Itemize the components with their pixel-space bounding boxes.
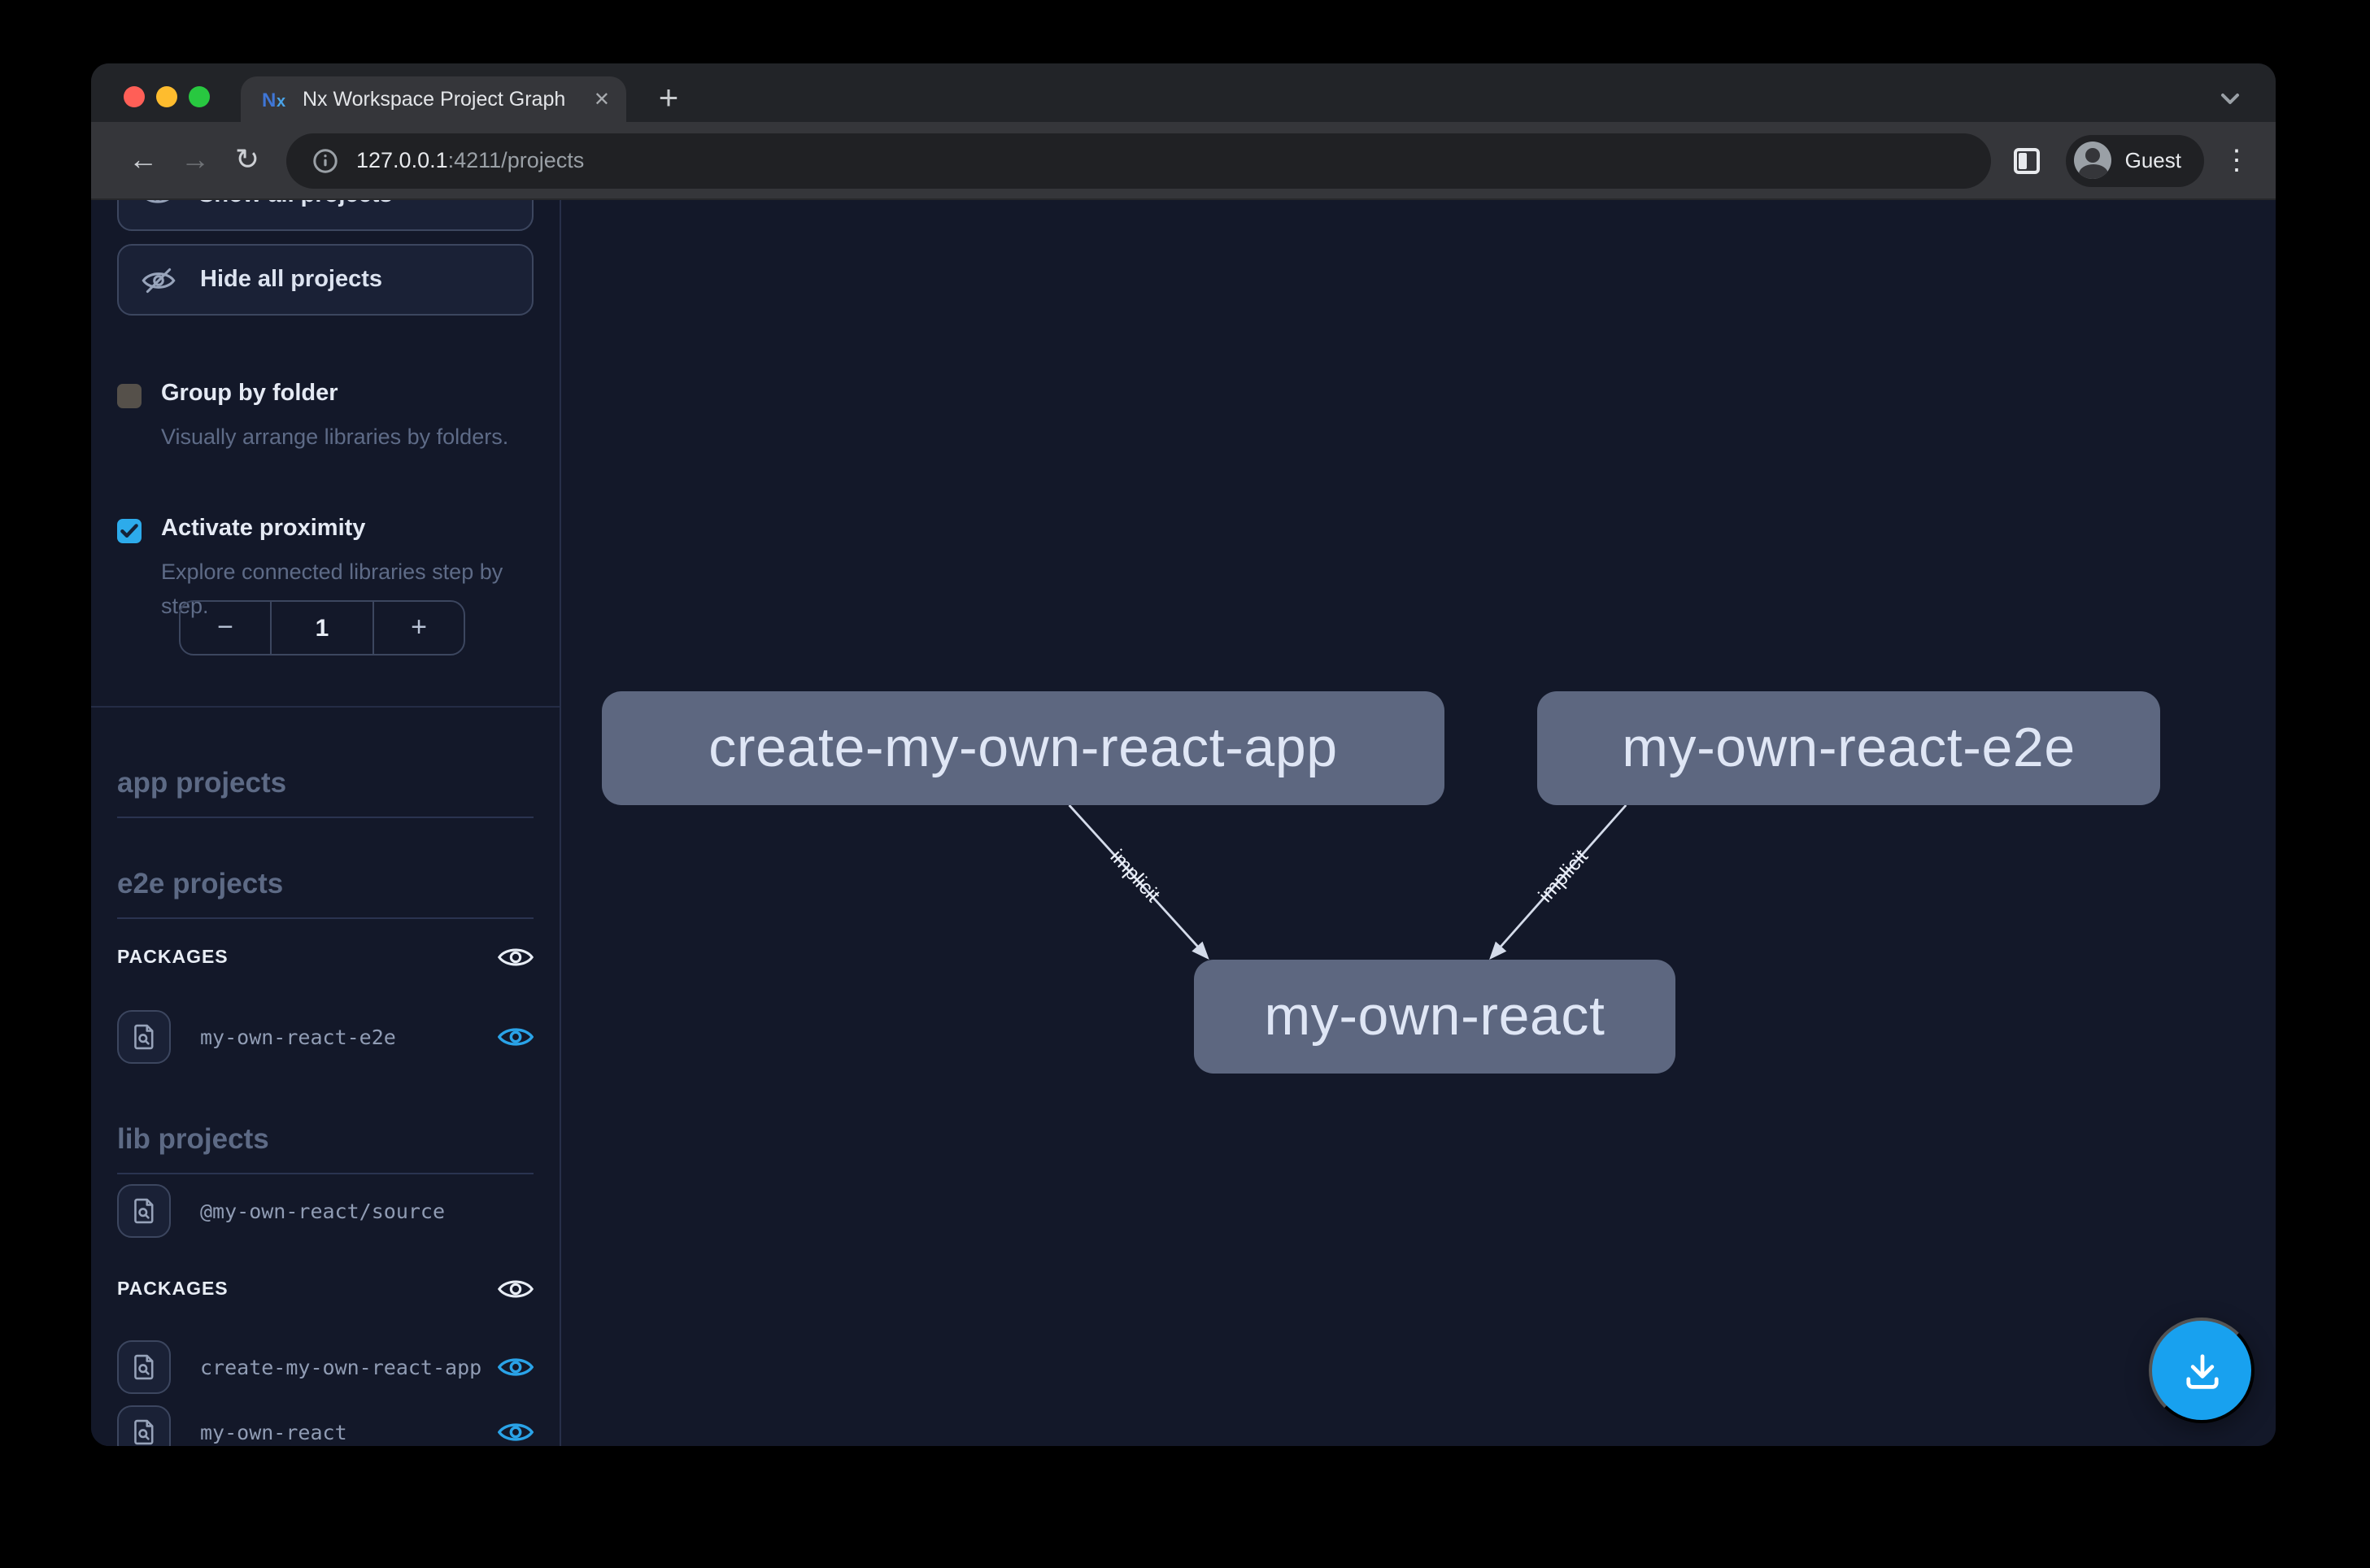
download-graph-button[interactable] — [2149, 1318, 2255, 1423]
toggle-all-eye-icon[interactable] — [498, 945, 534, 969]
group-by-folder-label: Group by folder — [161, 381, 537, 408]
file-search-icon — [130, 1023, 158, 1051]
project-row: create-my-own-react-app — [117, 1340, 534, 1394]
tab-title: Nx Workspace Project Graph — [303, 88, 581, 111]
browser-toolbar: ← → ↻ 127.0.0.1:4211/projects Guest ⋮ — [91, 122, 2276, 200]
new-tab-button[interactable]: + — [644, 75, 693, 124]
e2e-projects-heading: e2e projects — [117, 867, 534, 919]
project-visibility-eye-icon[interactable] — [498, 1420, 534, 1444]
url-host: 127.0.0.1 — [356, 148, 448, 172]
file-search-icon — [130, 1197, 158, 1225]
file-search-icon — [130, 1353, 158, 1381]
graph-node-my-own-react-e2e[interactable]: my-own-react-e2e — [1537, 691, 2160, 805]
profile-button[interactable]: Guest — [2067, 134, 2204, 186]
close-window-button[interactable] — [124, 86, 145, 107]
group-by-folder-description: Visually arrange libraries by folders. — [161, 420, 537, 454]
address-bar[interactable]: 127.0.0.1:4211/projects — [286, 133, 1992, 188]
maximize-window-button[interactable] — [189, 86, 210, 107]
show-all-projects-label: Show all projects — [198, 200, 393, 208]
file-search-button[interactable] — [117, 1184, 171, 1238]
edge-label: implicit — [1534, 845, 1592, 907]
download-icon — [2179, 1348, 2224, 1393]
project-row: my-own-react — [117, 1405, 534, 1446]
svg-text:x: x — [277, 93, 285, 111]
graph-edges: implicit implicit — [561, 200, 2276, 1446]
tab-close-icon[interactable]: ✕ — [594, 88, 610, 111]
project-name: my-own-react-e2e — [200, 1025, 396, 1049]
increment-button[interactable]: + — [374, 602, 464, 654]
screen: Nx Nx Workspace Project Graph ✕ + ← → ↻ … — [0, 0, 2370, 1568]
proximity-depth-stepper: − 1 + — [179, 600, 465, 656]
side-panel-icon[interactable] — [2015, 147, 2041, 173]
sidebar: Show all projects Hide all projects Grou… — [91, 200, 561, 1446]
check-icon — [120, 524, 138, 538]
project-visibility-eye-icon[interactable] — [498, 1355, 534, 1379]
toggle-all-eye-icon[interactable] — [498, 1277, 534, 1301]
hide-all-projects-label: Hide all projects — [200, 267, 382, 293]
proximity-depth-value: 1 — [270, 602, 374, 654]
activate-proximity-label: Activate proximity — [161, 516, 537, 543]
site-info-icon[interactable] — [312, 147, 338, 173]
app-projects-heading: app projects — [117, 766, 534, 818]
reload-button[interactable]: ↻ — [221, 134, 273, 186]
group-by-folder-checkbox[interactable] — [117, 384, 142, 408]
file-search-button[interactable] — [117, 1010, 171, 1064]
project-name: my-own-react — [200, 1420, 347, 1444]
graph-canvas[interactable]: implicit implicit create-my-own-react-ap… — [561, 200, 2276, 1446]
profile-label: Guest — [2125, 148, 2181, 172]
traffic-lights — [124, 86, 210, 107]
tab-strip: Nx Nx Workspace Project Graph ✕ + — [91, 63, 2276, 122]
browser-menu-button[interactable]: ⋮ — [2220, 144, 2253, 176]
svg-text:N: N — [262, 89, 276, 111]
sidebar-divider — [91, 706, 560, 708]
activate-proximity-checkbox[interactable] — [117, 519, 142, 543]
url-path: :4211/projects — [448, 148, 585, 172]
project-name: @my-own-react/source — [200, 1199, 445, 1223]
edge-label: implicit — [1106, 845, 1165, 906]
project-name: create-my-own-react-app — [200, 1355, 481, 1379]
project-row: my-own-react-e2e — [117, 1010, 534, 1064]
file-search-button[interactable] — [117, 1340, 171, 1394]
packages-label: PACKAGES — [117, 947, 229, 967]
lib-packages-header: PACKAGES — [117, 1277, 534, 1301]
hide-all-projects-button[interactable]: Hide all projects — [117, 244, 534, 316]
group-by-folder-option: Group by folder Visually arrange librari… — [117, 381, 537, 454]
lib-projects-heading: lib projects — [117, 1122, 534, 1174]
graph-node-create-my-own-react-app[interactable]: create-my-own-react-app — [602, 691, 1444, 805]
eye-slash-icon — [142, 266, 176, 294]
packages-label: PACKAGES — [117, 1279, 229, 1299]
decrement-button[interactable]: − — [181, 602, 270, 654]
nx-favicon-icon: Nx — [262, 86, 288, 112]
file-search-icon — [130, 1418, 158, 1446]
chevron-down-icon[interactable] — [2220, 85, 2240, 114]
browser-tab[interactable]: Nx Nx Workspace Project Graph ✕ — [241, 76, 626, 122]
project-visibility-eye-icon[interactable] — [498, 1025, 534, 1049]
minimize-window-button[interactable] — [156, 86, 177, 107]
back-button[interactable]: ← — [117, 134, 169, 186]
browser-window: Nx Nx Workspace Project Graph ✕ + ← → ↻ … — [91, 63, 2276, 1446]
file-search-button[interactable] — [117, 1405, 171, 1446]
avatar-icon — [2075, 142, 2112, 179]
project-row: @my-own-react/source — [117, 1184, 534, 1238]
show-all-projects-button[interactable]: Show all projects — [117, 200, 534, 231]
forward-button[interactable]: → — [169, 134, 221, 186]
e2e-packages-header: PACKAGES — [117, 945, 534, 969]
graph-node-my-own-react[interactable]: my-own-react — [1194, 960, 1675, 1074]
page-content: Show all projects Hide all projects Grou… — [91, 200, 2276, 1446]
